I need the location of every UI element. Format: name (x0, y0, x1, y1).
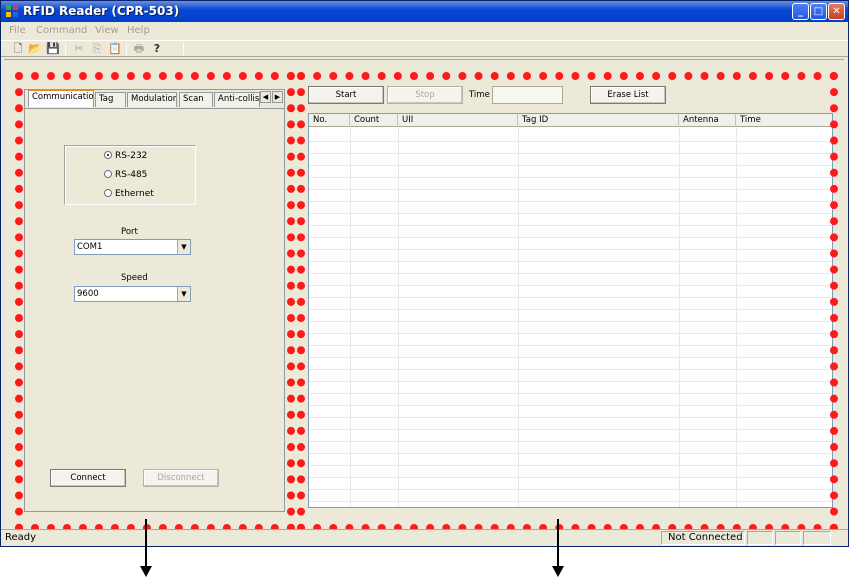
toolbar-separator (183, 43, 184, 55)
app-window: RFID Reader (CPR-503) _ □ ✕ File Command… (0, 0, 849, 547)
status-pane (803, 531, 831, 545)
left-arrow-line (145, 519, 147, 569)
open-icon[interactable]: 📂 (28, 42, 42, 56)
menu-bar: File Command View Help (1, 22, 848, 40)
right-arrow-line (557, 519, 559, 569)
menu-help[interactable]: Help (127, 25, 150, 36)
title-bar[interactable]: RFID Reader (CPR-503) _ □ ✕ (1, 1, 848, 22)
minimize-button[interactable]: _ (792, 3, 809, 20)
left-arrow-icon (140, 566, 152, 577)
toolbar: 🗋 📂 💾 ✂ ⎘ 📋 🖶 ? (1, 40, 848, 57)
tab-communication[interactable]: Communication (28, 89, 94, 107)
status-pane (775, 531, 801, 545)
toolbar-separator (126, 43, 127, 55)
status-text: Ready (5, 532, 37, 543)
cut-icon[interactable]: ✂ (72, 42, 86, 56)
toolbar-separator (65, 43, 66, 55)
menu-file[interactable]: File (9, 25, 26, 36)
right-panel-highlight (297, 72, 838, 532)
status-bar: Ready Not Connected (1, 529, 848, 546)
left-panel-highlight (15, 72, 295, 532)
app-icon (6, 5, 18, 17)
print-icon[interactable]: 🖶 (132, 42, 146, 56)
window-title: RFID Reader (CPR-503) (23, 4, 180, 18)
connection-status: Not Connected (661, 531, 745, 545)
help-icon[interactable]: ? (150, 42, 164, 56)
menu-command[interactable]: Command (36, 25, 87, 36)
maximize-button[interactable]: □ (810, 3, 827, 20)
right-arrow-icon (552, 566, 564, 577)
copy-icon[interactable]: ⎘ (90, 42, 104, 56)
new-icon[interactable]: 🗋 (11, 42, 25, 56)
save-icon[interactable]: 💾 (46, 42, 60, 56)
menu-view[interactable]: View (95, 25, 119, 36)
paste-icon[interactable]: 📋 (108, 42, 122, 56)
status-pane (747, 531, 773, 545)
close-button[interactable]: ✕ (828, 3, 845, 20)
